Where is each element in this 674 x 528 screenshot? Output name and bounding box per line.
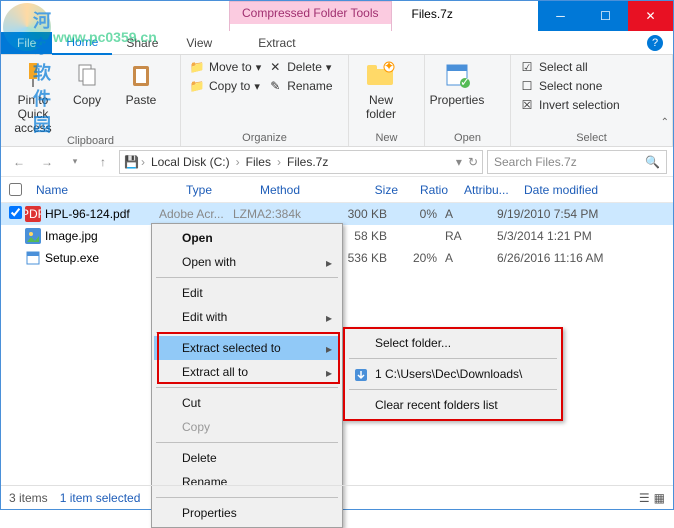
move-to-button[interactable]: 📁Move to ▾ — [189, 59, 261, 75]
file-checkbox[interactable] — [9, 206, 22, 219]
ribbon-tabs: File Home Share View Extract ? — [1, 31, 673, 55]
file-row[interactable]: PDF HPL-96-124.pdf Adobe Acr...LZMA2:384k3… — [1, 203, 673, 225]
ribbon: Pin to Quick access Copy Paste Clipboard… — [1, 55, 673, 147]
menu-open-with[interactable]: Open with▸ — [154, 250, 340, 274]
menu-delete[interactable]: Delete — [154, 446, 340, 470]
search-input[interactable]: Search Files.7z 🔍 — [487, 150, 667, 174]
new-folder-button[interactable]: ✦ New folder — [357, 59, 405, 121]
help-icon[interactable]: ? — [647, 35, 663, 51]
crumb-files[interactable]: Files — [242, 155, 275, 169]
paste-button[interactable]: Paste — [117, 59, 165, 107]
view-details-icon[interactable]: ☰ — [639, 491, 650, 505]
delete-button[interactable]: ✕Delete ▾ — [267, 59, 332, 75]
status-items: 3 items — [9, 491, 48, 505]
extract-tab[interactable]: Extract — [244, 32, 309, 54]
svg-text:PDF: PDF — [25, 207, 41, 221]
history-button[interactable]: ▾ — [63, 150, 87, 174]
file-ratio: 20% — [387, 251, 437, 265]
open-group-label: Open — [433, 132, 502, 144]
status-bar: 3 items 1 item selected ☰ ▦ — [1, 485, 673, 509]
svg-text:✓: ✓ — [460, 75, 470, 89]
file-attr: RA — [437, 229, 497, 243]
submenu-clear[interactable]: Clear recent folders list — [347, 393, 559, 417]
file-attr: A — [437, 251, 497, 265]
crumb-drive[interactable]: Local Disk (C:) — [147, 155, 234, 169]
file-icon — [25, 250, 41, 266]
submenu-recent-1[interactable]: 1 C:\Users\Dec\Downloads\ — [347, 362, 559, 386]
file-name: HPL-96-124.pdf — [45, 207, 130, 221]
copy-to-button[interactable]: 📁Copy to ▾ — [189, 78, 261, 94]
file-size: 300 KB — [311, 207, 387, 221]
contextual-tab-header: Compressed Folder Tools — [230, 2, 391, 24]
forward-button[interactable]: → — [35, 150, 59, 174]
window-title: Files.7z — [392, 1, 538, 31]
submenu: Select folder... 1 C:\Users\Dec\Download… — [343, 327, 563, 421]
column-headers: Name Type Method Size Ratio Attribu... D… — [1, 177, 673, 203]
refresh-icon[interactable]: ↻ — [468, 155, 478, 169]
copy-button[interactable]: Copy — [63, 59, 111, 107]
menu-cut[interactable]: Cut — [154, 391, 340, 415]
home-tab[interactable]: Home — [52, 31, 112, 55]
file-tab[interactable]: File — [1, 32, 52, 54]
svg-text:✦: ✦ — [384, 61, 394, 73]
file-type: Adobe Acr... — [159, 207, 233, 221]
menu-edit[interactable]: Edit — [154, 281, 340, 305]
file-name: Image.jpg — [45, 229, 98, 243]
col-attr[interactable]: Attribu... — [456, 183, 516, 197]
pin-quick-access-button[interactable]: Pin to Quick access — [9, 59, 57, 135]
maximize-button[interactable]: ☐ — [583, 1, 628, 31]
select-group-label: Select — [519, 132, 664, 144]
search-icon: 🔍 — [645, 155, 660, 169]
new-group-label: New — [357, 132, 416, 144]
rename-button[interactable]: ✎Rename — [267, 78, 332, 94]
col-method[interactable]: Method — [252, 183, 330, 197]
up-button[interactable]: ↑ — [91, 150, 115, 174]
titlebar: Compressed Folder Tools Files.7z ─ ☐ ✕ — [1, 1, 673, 31]
organize-group-label: Organize — [189, 132, 340, 144]
back-button[interactable]: ← — [7, 150, 31, 174]
menu-extract-all[interactable]: Extract all to▸ — [154, 360, 340, 384]
file-name: Setup.exe — [45, 251, 99, 265]
context-menu: Open Open with▸ Edit Edit with▸ Extract … — [151, 223, 343, 528]
minimize-button[interactable]: ─ — [538, 1, 583, 31]
collapse-ribbon-icon[interactable]: ⌃ — [661, 117, 669, 128]
col-date[interactable]: Date modified — [516, 183, 673, 197]
file-date: 6/26/2016 11:16 AM — [497, 251, 673, 265]
select-none-button[interactable]: ☐Select none — [519, 78, 620, 94]
select-all-button[interactable]: ☑Select all — [519, 59, 620, 75]
view-tab[interactable]: View — [172, 32, 226, 54]
file-icon: PDF — [25, 206, 41, 222]
col-type[interactable]: Type — [178, 183, 252, 197]
file-attr: A — [437, 207, 497, 221]
menu-edit-with[interactable]: Edit with▸ — [154, 305, 340, 329]
download-arrow-icon — [353, 367, 369, 383]
col-name[interactable]: Name — [28, 183, 178, 197]
drive-icon: 💾 — [124, 155, 139, 169]
close-button[interactable]: ✕ — [628, 1, 673, 31]
file-date: 9/19/2010 7:54 PM — [497, 207, 673, 221]
address-bar: ← → ▾ ↑ 💾 › Local Disk (C:) › Files › Fi… — [1, 147, 673, 177]
share-tab[interactable]: Share — [112, 32, 172, 54]
file-date: 5/3/2014 1:21 PM — [497, 229, 673, 243]
col-size[interactable]: Size — [330, 183, 406, 197]
select-all-checkbox[interactable] — [9, 183, 22, 196]
col-ratio[interactable]: Ratio — [406, 183, 456, 197]
view-large-icon[interactable]: ▦ — [654, 491, 665, 505]
file-icon — [25, 228, 41, 244]
submenu-select-folder[interactable]: Select folder... — [347, 331, 559, 355]
menu-extract-selected[interactable]: Extract selected to▸ — [154, 336, 340, 360]
status-selected: 1 item selected — [60, 491, 141, 505]
properties-button[interactable]: ✓ Properties — [433, 59, 481, 107]
dropdown-icon[interactable]: ▾ — [456, 155, 462, 169]
invert-selection-button[interactable]: ☒Invert selection — [519, 97, 620, 113]
file-method: LZMA2:384k — [233, 207, 311, 221]
clipboard-group-label: Clipboard — [9, 135, 172, 147]
menu-open[interactable]: Open — [154, 226, 340, 250]
menu-copy[interactable]: Copy — [154, 415, 340, 439]
breadcrumb[interactable]: 💾 › Local Disk (C:) › Files › Files.7z ▾… — [119, 150, 483, 174]
file-ratio: 0% — [387, 207, 437, 221]
crumb-archive[interactable]: Files.7z — [283, 155, 332, 169]
